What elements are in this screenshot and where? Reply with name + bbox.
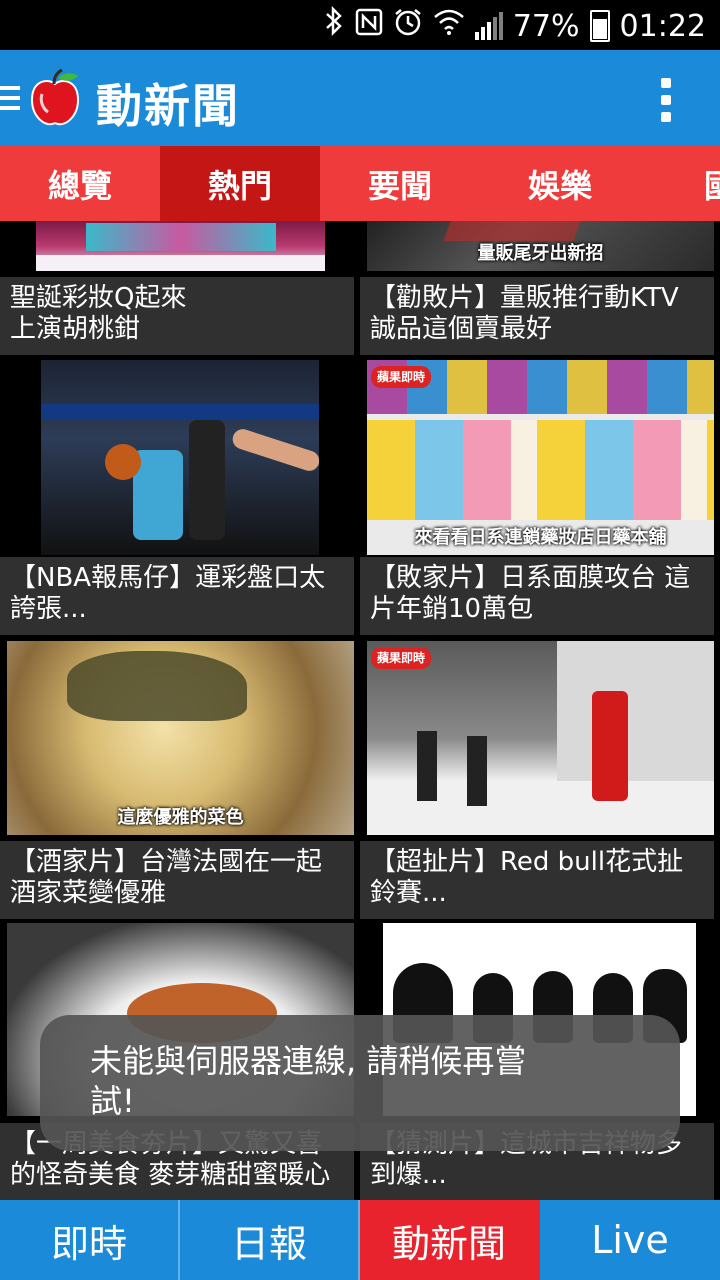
video-overlay-text: 來看看日系連鎖藥妝店日藥本舖 (414, 527, 667, 548)
video-overlay-text: 量販尾牙出新招 (477, 243, 604, 264)
video-card[interactable]: 蘋果即時 來看看日系連鎖藥妝店日藥本舖 【敗家片】日系面膜攻台 這 片年銷10萬… (360, 357, 720, 639)
tab-headlines[interactable]: 要聞 (320, 146, 480, 221)
nfc-icon (355, 8, 383, 44)
battery-percent: 77% (512, 8, 580, 44)
video-thumbnail: 蘋果即時 來看看日系連鎖藥妝店日藥本舖 (367, 360, 714, 555)
video-thumbnail: 這麼優雅的菜色 (7, 641, 354, 835)
bottom-navigation: 即時 日報 動新聞 Live (0, 1200, 720, 1280)
more-vert-icon[interactable] (660, 78, 672, 122)
apple-logo-icon (28, 68, 82, 128)
bluetooth-icon (323, 5, 345, 46)
app-title: 動新聞 (96, 79, 240, 133)
signal-icon (474, 12, 503, 40)
video-thumbnail: 量販尾牙出新招 (367, 221, 714, 271)
nav-animated-news[interactable]: 動新聞 (360, 1200, 540, 1280)
video-caption: 【敗家片】日系面膜攻台 這 片年銷10萬包 (360, 557, 714, 635)
status-bar: 77% 01:22 (0, 0, 720, 50)
video-caption: 【NBA報馬仔】運彩盤口太 誇張... (0, 557, 354, 635)
toast-message: 未能與伺服器連線, 請稍候再嘗 試! (90, 1042, 527, 1120)
video-card[interactable]: 量販尾牙出新招 【勸敗片】量販推行動KTV 誠品這個賣最好 (360, 221, 720, 355)
tab-overview[interactable]: 總覽 (0, 146, 160, 221)
video-card[interactable]: 【NBA報馬仔】運彩盤口太 誇張... (0, 357, 360, 639)
video-card[interactable]: 這麼優雅的菜色 【酒家片】台灣法國在一起 酒家菜變優雅 (0, 641, 360, 921)
video-card[interactable]: 蘋果即時 【超扯片】Red bull花式扯 鈴賽... (360, 641, 720, 921)
video-card[interactable]: 聖誕彩妝Q起來 上演胡桃鉗 (0, 221, 360, 355)
video-thumbnail (41, 360, 319, 555)
tab-international[interactable]: 國 (640, 146, 720, 221)
wifi-icon (433, 8, 465, 44)
brand-badge: 蘋果即時 (371, 366, 431, 388)
video-caption: 【勸敗片】量販推行動KTV 誠品這個賣最好 (360, 277, 714, 355)
tab-popular[interactable]: 熱門 (160, 146, 320, 221)
battery-icon (589, 10, 610, 42)
tab-entertainment[interactable]: 娛樂 (480, 146, 640, 221)
video-thumbnail (36, 221, 325, 271)
clock-time: 01:22 (619, 8, 706, 44)
video-thumbnail: 蘋果即時 (367, 641, 714, 835)
nav-daily[interactable]: 日報 (180, 1200, 360, 1280)
connection-error-toast: 未能與伺服器連線, 請稍候再嘗 試! (40, 1015, 680, 1151)
brand-badge: 蘋果即時 (371, 647, 431, 669)
video-caption: 聖誕彩妝Q起來 上演胡桃鉗 (0, 277, 354, 355)
video-caption: 【酒家片】台灣法國在一起 酒家菜變優雅 (0, 841, 354, 919)
nav-live[interactable]: Live (540, 1200, 720, 1280)
category-tabs: 總覽 熱門 要聞 娛樂 國 (0, 146, 720, 221)
nav-realtime[interactable]: 即時 (0, 1200, 180, 1280)
hamburger-icon[interactable] (0, 86, 20, 114)
video-caption: 【超扯片】Red bull花式扯 鈴賽... (360, 841, 714, 919)
video-overlay-text: 這麼優雅的菜色 (117, 807, 244, 828)
alarm-icon (393, 7, 423, 45)
app-bar: 動新聞 (0, 50, 720, 146)
